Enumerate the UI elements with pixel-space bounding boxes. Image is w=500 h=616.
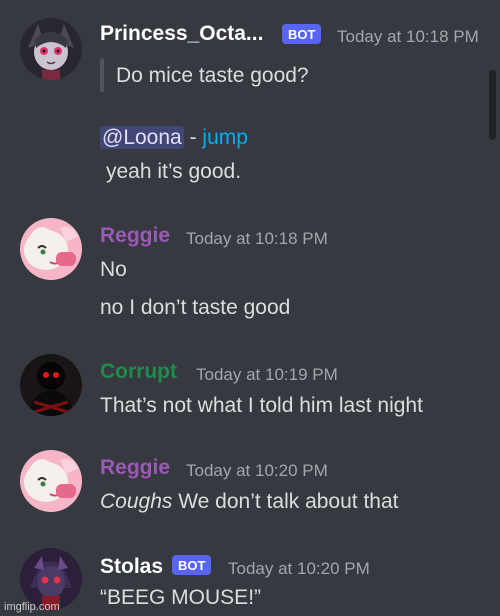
mention-line: @Loona - jump — [100, 126, 248, 150]
scrollbar-thumb[interactable] — [489, 70, 496, 140]
timestamp: Today at 10:18 PM — [337, 27, 479, 46]
message-text: yeah it’s good. — [106, 160, 242, 183]
emphasis-text: Coughs — [100, 490, 173, 513]
author-name[interactable]: Reggie — [100, 456, 170, 480]
watermark: imgflip.com — [4, 601, 60, 613]
avatar[interactable] — [20, 18, 82, 80]
message-text: That’s not what I told him last night — [100, 394, 423, 417]
author-name[interactable]: Stolas — [100, 555, 163, 579]
timestamp: Today at 10:18 PM — [186, 229, 328, 248]
timestamp: Today at 10:20 PM — [228, 559, 370, 578]
message-text: No — [100, 258, 127, 281]
jump-link[interactable]: jump — [202, 126, 248, 149]
author-name[interactable]: Reggie — [100, 224, 170, 248]
reply-quote-bar — [100, 58, 104, 92]
message-text: “BEEG MOUSE!” — [100, 586, 262, 609]
avatar[interactable] — [20, 354, 82, 416]
chat-area: Princess_Octa... BOT Today at 10:18 PM D… — [0, 0, 500, 616]
message-text: no I don’t taste good — [100, 296, 291, 319]
message-text: Coughs We don’t talk about that — [100, 490, 398, 514]
separator-dash: - — [189, 126, 197, 149]
timestamp: Today at 10:19 PM — [196, 365, 338, 384]
author-name[interactable]: Corrupt — [100, 360, 177, 384]
bot-badge: BOT — [282, 24, 322, 44]
bot-badge: BOT — [172, 555, 212, 575]
message-rest-text: We don’t talk about that — [172, 490, 399, 513]
avatar[interactable] — [20, 450, 82, 512]
reply-quote-text: Do mice taste good? — [116, 64, 309, 87]
author-name[interactable]: Princess_Octa... — [100, 22, 263, 46]
timestamp: Today at 10:20 PM — [186, 461, 328, 480]
avatar[interactable] — [20, 218, 82, 280]
user-mention[interactable]: @Loona — [100, 126, 184, 149]
